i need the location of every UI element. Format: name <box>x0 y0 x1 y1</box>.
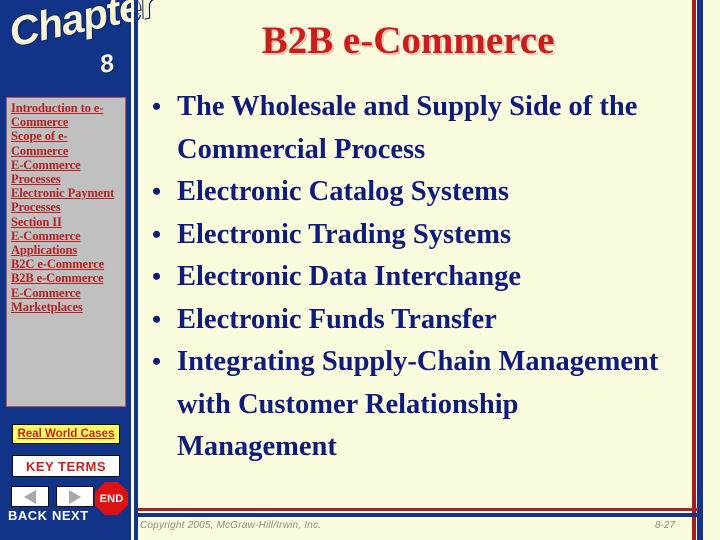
bullet-marker-icon: • <box>152 262 162 291</box>
bullet-item: • Electronic Trading Systems <box>152 214 682 257</box>
bullet-text: The Wholesale and Supply Side of the Com… <box>177 91 638 165</box>
sidebar-link-e-commerce-applications[interactable]: E-Commerce Applications <box>11 229 123 257</box>
bullet-marker-icon: • <box>152 92 162 121</box>
page-title: B2B e-Commerce <box>261 19 555 62</box>
sidebar-link-electronic-payment-processes[interactable]: Electronic Payment Processes <box>11 186 123 214</box>
back-button[interactable] <box>11 486 49 507</box>
sidebar-link-b2b-e-commerce[interactable]: B2B e-Commerce <box>11 271 123 285</box>
back-button-label[interactable]: BACK <box>8 508 48 523</box>
bullet-marker-icon: • <box>152 304 162 334</box>
sidebar: Chapter 8 Introduction to e-Commerce Sco… <box>0 0 159 540</box>
sidebar-link-e-commerce-processes[interactable]: E-Commerce Processes <box>11 158 123 186</box>
right-border-red-stripe <box>692 0 696 540</box>
bullet-text: Electronic Funds Transfer <box>177 303 497 335</box>
next-button[interactable] <box>56 486 94 507</box>
bullet-marker-icon: • <box>152 347 162 376</box>
triangle-right-icon <box>69 489 81 504</box>
end-button-label: END <box>99 492 124 505</box>
real-world-cases-button[interactable]: Real World Cases <box>12 424 120 444</box>
footer-red-rule <box>138 508 698 511</box>
next-button-label[interactable]: NEXT <box>52 508 89 523</box>
triangle-left-icon <box>24 489 36 504</box>
presentation-slide: Chapter 8 Introduction to e-Commerce Sco… <box>0 0 720 540</box>
footer-page-number: 8-27 <box>655 520 676 531</box>
chapter-logo: Chapter 8 <box>4 0 159 90</box>
bullet-list: • The Wholesale and Supply Side of the C… <box>152 86 682 469</box>
bullet-text: Electronic Trading Systems <box>177 218 512 250</box>
bullet-text: Electronic Data Interchange <box>177 261 522 292</box>
sidebar-link-introduction-to-e-commerce[interactable]: Introduction to e-Commerce <box>11 101 123 129</box>
sidebar-nav-panel: Introduction to e-Commerce Scope of e-Co… <box>6 97 126 407</box>
chapter-logo-number: 8 <box>97 48 117 80</box>
bullet-text: Integrating Supply-Chain Management with… <box>177 346 659 462</box>
footer-copyright: Copyright 2005, McGraw-Hill/Irwin, Inc. <box>140 520 322 531</box>
bullet-marker-icon: • <box>152 219 162 249</box>
bullet-item: • Electronic Funds Transfer <box>152 299 682 342</box>
real-world-cases-label: Real World Cases <box>17 428 115 440</box>
end-button[interactable]: END <box>95 482 128 515</box>
bullet-text: Electronic Catalog Systems <box>177 176 509 207</box>
sidebar-link-scope-of-e-commerce[interactable]: Scope of e-Commerce <box>11 129 123 157</box>
right-border-navy-stripe <box>697 0 703 540</box>
sidebar-link-b2c-e-commerce[interactable]: B2C e-Commerce <box>11 257 123 271</box>
bullet-item: • Integrating Supply-Chain Management wi… <box>152 341 682 469</box>
bullet-item: • The Wholesale and Supply Side of the C… <box>152 86 682 171</box>
bullet-item: • Electronic Data Interchange <box>152 256 682 299</box>
key-terms-button[interactable]: KEY TERMS <box>12 455 120 477</box>
sidebar-link-section-ii[interactable]: Section II <box>11 215 123 229</box>
bullet-item: • Electronic Catalog Systems <box>152 171 682 214</box>
bullet-marker-icon: • <box>152 177 162 206</box>
sidebar-link-e-commerce-marketplaces[interactable]: E-Commerce Marketplaces <box>11 286 123 314</box>
key-terms-label: KEY TERMS <box>25 458 107 474</box>
footer-navy-rule <box>138 513 698 517</box>
slide-content: B2B e-Commerce • The Wholesale and Suppl… <box>138 0 692 540</box>
